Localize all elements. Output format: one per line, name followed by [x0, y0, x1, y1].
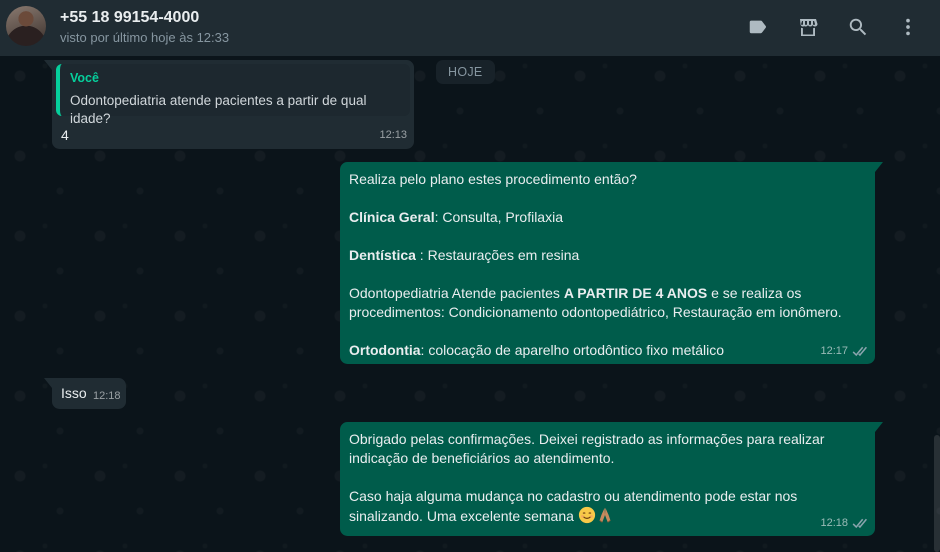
message-text: Realiza pelo plano estes procedimento en… [349, 170, 867, 360]
bold-text: Dentística [349, 247, 416, 263]
quote-text: Odontopediatria atende pacientes a parti… [70, 93, 367, 126]
outgoing-message[interactable]: Realiza pelo plano estes procedimento en… [340, 162, 883, 364]
bubble-tail [875, 422, 883, 432]
bubble-tail [44, 60, 52, 70]
contact-info[interactable]: +55 18 99154-4000 visto por último hoje … [60, 8, 229, 47]
message-fragment: : Consulta, Profilaxia [434, 209, 563, 225]
last-seen-status: visto por último hoje às 12:33 [60, 30, 230, 45]
message-text: Obrigado pelas confirmações. Deixei regi… [349, 430, 867, 526]
outgoing-message[interactable]: Obrigado pelas confirmações. Deixei regi… [340, 422, 883, 536]
label-icon[interactable] [745, 14, 771, 40]
quoted-message[interactable]: Você Odontopediatria atende pacientes a … [56, 64, 410, 126]
menu-icon[interactable] [895, 14, 921, 40]
day-separator: HOJE [436, 60, 495, 84]
message-fragment: Caso haja alguma mudança no cadastro ou … [349, 488, 798, 524]
bubble-tail [44, 378, 52, 388]
message-line: Ortodontia: colocação de aparelho ortodô… [349, 341, 867, 360]
message-time: 12:13 [379, 129, 407, 141]
message-fragment: : Restaurações em resina [415, 247, 580, 263]
message-paragraph: Obrigado pelas confirmações. Deixei regi… [349, 431, 825, 466]
message-line: Dentística : Restaurações em resina [349, 246, 867, 265]
incoming-message[interactable]: Isso 12:18 [44, 378, 126, 409]
bold-text: A PARTIR DE 4 ANOS [563, 285, 708, 301]
message-time: 12:18 [93, 390, 121, 402]
chat-scrollbar[interactable] [934, 435, 940, 552]
contact-name: +55 18 99154-4000 [60, 9, 200, 26]
message-line: Clínica Geral: Consulta, Profilaxia [349, 208, 867, 227]
message-meta: 12:17 [820, 342, 867, 361]
message-time: 12:18 [820, 517, 848, 529]
bubble-tail [875, 162, 883, 172]
message-time: 12:17 [820, 345, 848, 357]
quote-author: Você [70, 71, 99, 85]
message-meta: 12:18 [820, 514, 867, 533]
incoming-message[interactable]: Você Odontopediatria atende pacientes a … [44, 60, 414, 149]
message-text: Isso [61, 385, 87, 401]
message-paragraph: Caso haja alguma mudança no cadastro ou … [349, 487, 867, 526]
message-fragment: Odontopediatria Atende pacientes [349, 285, 564, 301]
catalog-store-icon[interactable] [795, 14, 821, 40]
bold-text: Clínica Geral [349, 209, 435, 225]
chat-conversation[interactable]: HOJE Você Odontopediatria atende pacient… [0, 56, 940, 552]
search-icon[interactable] [845, 14, 871, 40]
folded-hands-icon [599, 507, 611, 523]
read-ticks-icon [852, 518, 867, 528]
read-ticks-icon [852, 346, 867, 356]
bold-text: Ortodontia [349, 342, 421, 358]
message-line: Odontopediatria Atende pacientes A PARTI… [349, 284, 867, 322]
message-text: 4 [61, 127, 69, 143]
chat-header: +55 18 99154-4000 visto por último hoje … [0, 0, 940, 56]
message-line: Realiza pelo plano estes procedimento en… [349, 171, 637, 187]
message-fragment: : colocação de aparelho ortodôntico fixo… [420, 342, 725, 358]
contact-avatar[interactable] [6, 6, 46, 46]
smiling-face-icon [578, 506, 595, 524]
